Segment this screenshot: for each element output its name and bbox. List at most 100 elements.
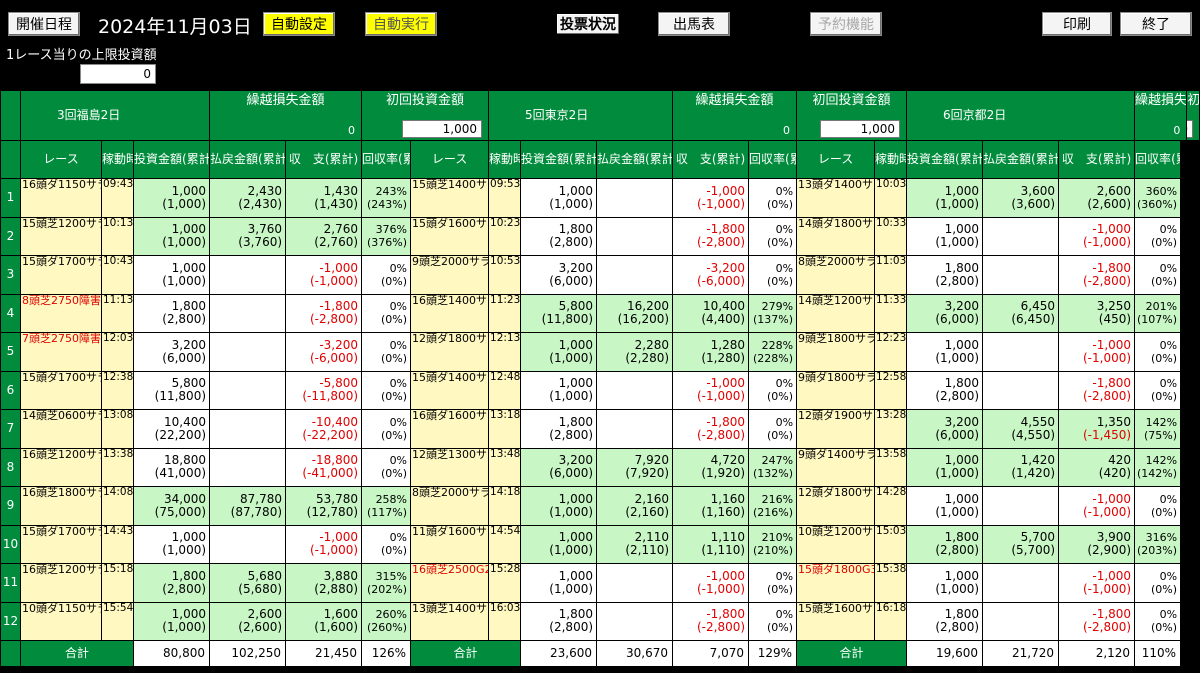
schedule-button[interactable]: 開催日程 xyxy=(8,12,80,36)
total-balance: 2,120 xyxy=(1095,646,1131,660)
value-line: -1,000 xyxy=(706,183,746,198)
race-info[interactable]: 15頭ダ1800G3サラ系3歳15-A 標準 xyxy=(796,563,876,603)
col-invest: 投資金額(累計) xyxy=(520,140,598,179)
value-line: サラ系3歳上 xyxy=(86,602,101,615)
race-info[interactable]: 15頭ダ1700サラ系2歳15-A 標準 xyxy=(20,370,102,410)
value-line: 260% xyxy=(375,608,408,622)
balance-cell: 420 (420) xyxy=(1058,447,1136,487)
value-line: (0%) xyxy=(1151,505,1178,519)
race-info[interactable]: 15頭ダ1400サラ系3歳上15-B や難 xyxy=(410,370,490,410)
value-line: 8頭芝2750 xyxy=(22,294,79,307)
value-line: 8頭芝2000 xyxy=(412,486,470,499)
race-info[interactable]: 16頭芝1200サラ系3歳上16-B や難 xyxy=(20,563,102,603)
race-info[interactable]: 16頭芝1800サラ系3歳上16-A や難 xyxy=(20,486,102,526)
race-info[interactable]: 14頭ダ1800サラ系2歳14-A 標準 xyxy=(796,216,876,256)
race-info[interactable]: 13頭ダ1400サラ系2歳13-D 標準 xyxy=(796,178,876,218)
race-info[interactable]: 10頭芝1200サラ系3歳上10-E や難 xyxy=(796,524,876,564)
race-times: 10:3310:4010:50 xyxy=(874,216,908,256)
payout-cell xyxy=(209,447,287,487)
value-line: (1,000) xyxy=(549,504,594,519)
race-info[interactable]: 8頭芝2000サラ系3歳上8-D や易 xyxy=(410,486,490,526)
race-info[interactable]: 9頭芝1800サラ系2歳10-C 標準 xyxy=(796,332,876,372)
value-line: 15頭ダ1400 xyxy=(412,371,477,384)
race-info[interactable]: 12頭ダ1800サラ系2歳12-D 標準 xyxy=(410,332,490,372)
total-rate: 110% xyxy=(1141,646,1177,660)
invest-cell: 1,000 (1,000) xyxy=(906,332,984,372)
race-info[interactable]: 15頭芝1200サラ系2歳15-C 標準 xyxy=(20,216,102,256)
exit-button[interactable]: 終了 xyxy=(1120,12,1192,36)
value-line: 12頭ダ1800 xyxy=(798,486,863,499)
race-info[interactable]: 16頭芝2500G2サラ系3歳16-B 標準 xyxy=(410,563,490,603)
value-line: サラ系3歳上 xyxy=(476,409,488,422)
race-info[interactable]: 7頭芝2750障害3歳上7-D や易 xyxy=(20,332,102,372)
balance-cell: -1,800 (-2,800) xyxy=(1058,601,1136,641)
race-info[interactable]: 12頭ダ1800サラ系3歳上12-B や難 xyxy=(796,486,876,526)
limit-input[interactable]: 0 xyxy=(80,64,156,84)
vote-status-button[interactable]: 投票状況 xyxy=(555,12,621,36)
value-line: 53,780 xyxy=(316,491,359,506)
race-info[interactable]: 16頭芝1400サラ系2歳16-B や難 xyxy=(410,293,490,333)
race-info[interactable]: 9頭ダ1400サラ系3歳上9-D や難 xyxy=(796,447,876,487)
auto-setting-button[interactable]: 自動設定 xyxy=(263,12,335,36)
invest-cell: 3,200 (6,000) xyxy=(906,293,984,333)
print-button[interactable]: 印刷 xyxy=(1042,12,1112,36)
race-info[interactable]: 15頭芝1400サラ系2歳15-C 標準 xyxy=(410,178,490,218)
value-line: (0%) xyxy=(380,274,408,288)
col-race: レース xyxy=(796,140,876,179)
race-times: 13:5814:0514:15 xyxy=(874,447,908,487)
race-info[interactable]: 15頭芝1600サラ系3歳上15-B や難 xyxy=(796,601,876,641)
race-info[interactable]: 12頭ダ1900サラ系3歳上12-E 標準 xyxy=(796,409,876,449)
col-time: 稼動時刻 xyxy=(488,140,522,179)
value-line: 3,880 xyxy=(323,568,359,583)
value-line: (0%) xyxy=(1151,236,1178,250)
race-info[interactable]: 9頭芝2000サラ系2歳9-E や難 xyxy=(410,255,490,295)
initial-invest-input[interactable]: 1,000 xyxy=(402,120,483,138)
race-info[interactable]: 15頭ダ1700サラ系3歳上15-B や難 xyxy=(20,255,102,295)
race-info[interactable]: 15頭ダ1700サラ系3歳上15-B や難 xyxy=(20,524,102,564)
race-info[interactable]: 14頭芝1200サラ系2歳14-A や難 xyxy=(796,293,876,333)
balance-cell: -1,800 (-2,800) xyxy=(1058,255,1136,295)
value-line: (1,430) xyxy=(314,196,359,211)
entries-button[interactable]: 出馬表 xyxy=(658,12,730,36)
race-info[interactable]: 16頭芝1200サラ系3歳上16-A や難 xyxy=(20,447,102,487)
table-row: 215頭芝1200サラ系2歳15-C 標準10:1310:2010:301,00… xyxy=(0,216,1200,256)
rate-cell: 315% (202%) xyxy=(361,563,412,603)
value-line: (2,800) xyxy=(162,312,207,327)
race-info[interactable]: 15頭ダ1600サラ系2歳15-B 標準 xyxy=(410,216,490,256)
initial-invest-input[interactable]: 1,000 xyxy=(820,120,901,138)
race-info[interactable]: 12頭芝1300サラ系3歳上12-C 標準 xyxy=(410,447,490,487)
race-info[interactable]: 10頭ダ1150サラ系3歳上11-D 標準 xyxy=(20,601,102,641)
total-payout: 21,720 xyxy=(1012,646,1055,660)
race-info[interactable]: 16頭ダ1600サラ系3歳上16-A や難 xyxy=(410,409,490,449)
race-times: 12:0312:1012:20 xyxy=(101,332,134,372)
payout-cell: 4,550 (4,550) xyxy=(982,409,1060,449)
rate-cell: 0% (0%) xyxy=(1134,216,1182,256)
race-number: 6 xyxy=(0,370,21,410)
value-line: サラ系3歳上 xyxy=(862,486,874,499)
race-info[interactable]: 8頭芝2000サラ系2歳8-D や難 xyxy=(796,255,876,295)
race-info[interactable]: 9頭ダ1800サラ系3歳上9-E や難 xyxy=(796,370,876,410)
value-line: 2,280 xyxy=(634,337,670,352)
invest-cell: 10,400 (22,200) xyxy=(132,409,211,449)
value-line: 258% xyxy=(375,492,408,506)
race-info[interactable]: 13頭芝1400サラ系3歳上13-C 標準 xyxy=(410,601,490,641)
value-line: (41,000) xyxy=(154,466,207,481)
race-info[interactable]: 8頭芝2750障害3歳上8-E 離解 xyxy=(20,293,102,333)
value-line: (117%) xyxy=(366,505,408,519)
race-info[interactable]: 11頭ダ1600サラ系3歳上11-D 標準 xyxy=(410,524,490,564)
auto-exec-button[interactable]: 自動実行 xyxy=(365,12,437,36)
payout-cell: 1,420 (1,420) xyxy=(982,447,1060,487)
race-times: 14:1814:2514:35 xyxy=(488,486,522,526)
initial-invest-label: 初回投資金額 xyxy=(386,93,465,108)
value-line: (2,800) xyxy=(935,273,980,288)
race-info[interactable]: 16頭ダ1150サラ系2歳16-D 離解 xyxy=(20,178,102,218)
rate-cell: 279% (137%) xyxy=(748,293,798,333)
value-line: サラ系3歳上 xyxy=(86,448,101,461)
race-info[interactable]: 14頭芝0600サラ系3歳上14-A や難 xyxy=(20,409,102,449)
initial-invest-input[interactable]: 1,000 xyxy=(1187,120,1193,138)
race-times: 09:5310:0010:10 xyxy=(488,178,522,218)
rate-cell: 0% (0%) xyxy=(748,409,798,449)
value-line: (-2,800) xyxy=(309,312,359,327)
race-times: 10:2310:3010:40 xyxy=(488,216,522,256)
value-line: 0% xyxy=(389,300,408,314)
